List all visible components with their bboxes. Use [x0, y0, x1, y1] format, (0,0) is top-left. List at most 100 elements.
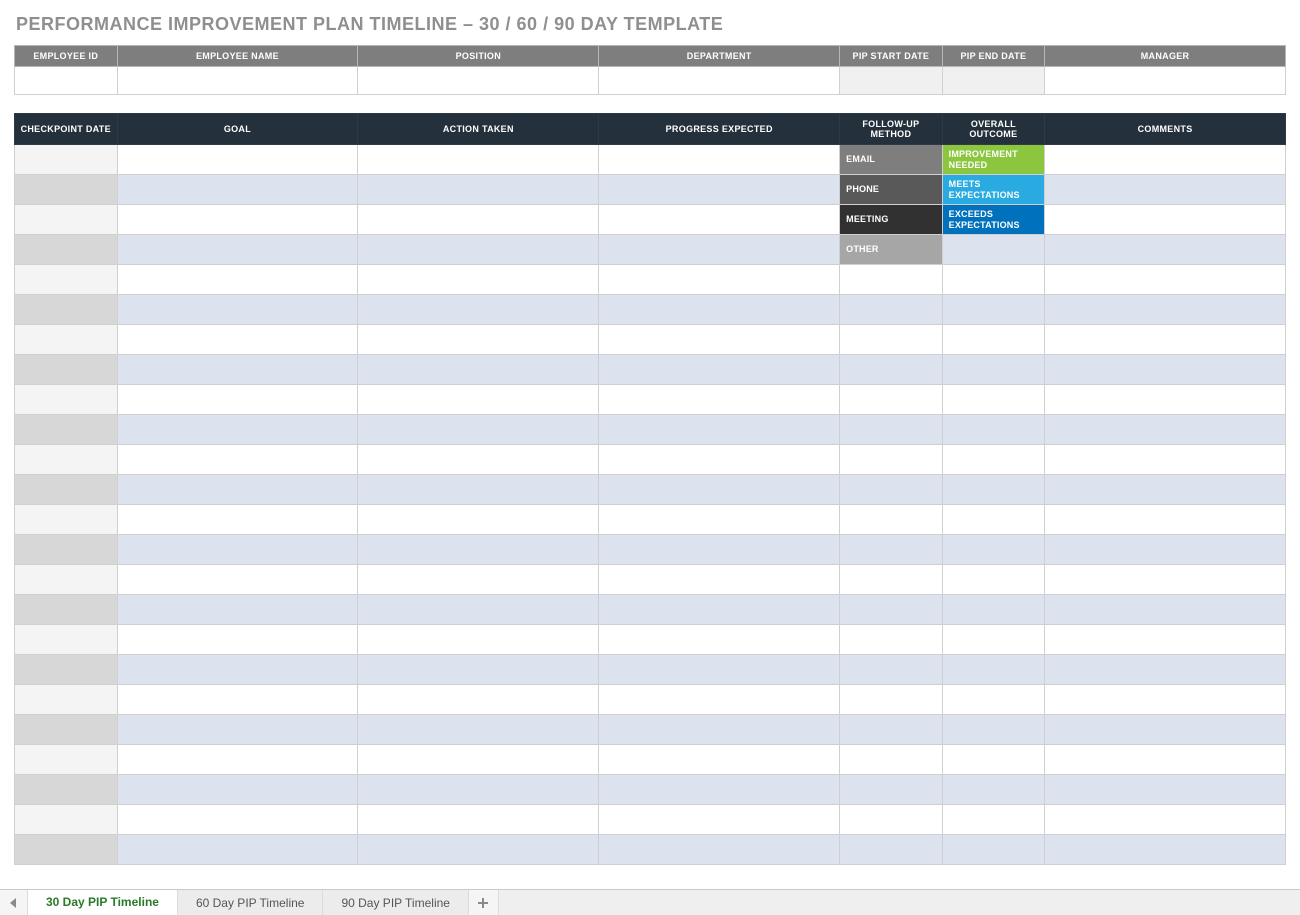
cell[interactable] — [358, 175, 599, 205]
cell[interactable] — [15, 175, 118, 205]
cell-pip-start[interactable] — [840, 67, 943, 95]
cell[interactable] — [358, 535, 599, 565]
cell[interactable] — [840, 415, 943, 445]
followup-legend-phone[interactable]: PHONE — [840, 175, 943, 205]
cell[interactable] — [1045, 775, 1286, 805]
cell[interactable] — [1045, 325, 1286, 355]
cell[interactable] — [840, 565, 943, 595]
cell[interactable] — [1045, 685, 1286, 715]
cell[interactable] — [840, 715, 943, 745]
cell[interactable] — [117, 325, 358, 355]
cell[interactable] — [942, 805, 1045, 835]
cell[interactable] — [942, 385, 1045, 415]
cell[interactable] — [599, 505, 840, 535]
cell-employee-id[interactable] — [15, 67, 118, 95]
cell[interactable] — [942, 565, 1045, 595]
cell[interactable] — [599, 835, 840, 865]
cell[interactable] — [15, 385, 118, 415]
add-sheet-button[interactable] — [469, 890, 499, 915]
cell[interactable] — [599, 325, 840, 355]
cell[interactable] — [358, 625, 599, 655]
cell[interactable] — [358, 355, 599, 385]
cell[interactable] — [117, 655, 358, 685]
cell[interactable] — [840, 625, 943, 655]
cell[interactable] — [117, 775, 358, 805]
cell[interactable] — [117, 475, 358, 505]
followup-legend-email[interactable]: EMAIL — [840, 145, 943, 175]
outcome-legend-meets[interactable]: MEETS EXPECTATIONS — [942, 175, 1045, 205]
cell[interactable] — [15, 295, 118, 325]
cell[interactable] — [358, 145, 599, 175]
cell-employee-name[interactable] — [117, 67, 358, 95]
cell[interactable] — [1045, 745, 1286, 775]
cell[interactable] — [840, 685, 943, 715]
cell[interactable] — [15, 565, 118, 595]
cell[interactable] — [942, 745, 1045, 775]
cell[interactable] — [599, 805, 840, 835]
cell[interactable] — [1045, 595, 1286, 625]
cell[interactable] — [599, 205, 840, 235]
info-input-row[interactable] — [15, 67, 1286, 95]
cell[interactable] — [117, 265, 358, 295]
cell[interactable] — [15, 715, 118, 745]
cell[interactable] — [358, 445, 599, 475]
cell[interactable] — [358, 415, 599, 445]
cell[interactable] — [1045, 265, 1286, 295]
cell[interactable] — [15, 265, 118, 295]
cell[interactable] — [15, 355, 118, 385]
cell[interactable] — [117, 805, 358, 835]
cell[interactable] — [942, 325, 1045, 355]
cell[interactable] — [15, 775, 118, 805]
cell[interactable] — [1045, 715, 1286, 745]
cell[interactable] — [117, 505, 358, 535]
cell-position[interactable] — [358, 67, 599, 95]
cell[interactable] — [358, 685, 599, 715]
cell[interactable] — [1045, 385, 1286, 415]
outcome-legend-exceeds[interactable]: EXCEEDS EXPECTATIONS — [942, 205, 1045, 235]
cell[interactable] — [840, 505, 943, 535]
cell[interactable] — [942, 715, 1045, 745]
cell-manager[interactable] — [1045, 67, 1286, 95]
cell[interactable] — [942, 505, 1045, 535]
cell[interactable] — [599, 385, 840, 415]
cell[interactable] — [599, 535, 840, 565]
cell[interactable] — [1045, 655, 1286, 685]
cell[interactable] — [358, 475, 599, 505]
cell[interactable] — [599, 175, 840, 205]
cell-pip-end[interactable] — [942, 67, 1045, 95]
cell[interactable] — [15, 445, 118, 475]
cell[interactable] — [599, 625, 840, 655]
cell[interactable] — [15, 745, 118, 775]
cell[interactable] — [358, 805, 599, 835]
cell[interactable] — [1045, 175, 1286, 205]
cell[interactable] — [1045, 625, 1286, 655]
cell[interactable] — [942, 625, 1045, 655]
cell[interactable] — [15, 625, 118, 655]
cell[interactable] — [942, 475, 1045, 505]
cell[interactable] — [358, 715, 599, 745]
cell[interactable] — [358, 235, 599, 265]
cell[interactable] — [358, 775, 599, 805]
cell[interactable] — [840, 775, 943, 805]
cell[interactable] — [599, 565, 840, 595]
cell[interactable] — [942, 355, 1045, 385]
cell[interactable] — [1045, 565, 1286, 595]
cell[interactable] — [599, 475, 840, 505]
cell[interactable] — [840, 595, 943, 625]
cell[interactable] — [1045, 475, 1286, 505]
cell[interactable] — [358, 565, 599, 595]
cell[interactable] — [117, 355, 358, 385]
tab-90-day[interactable]: 90 Day PIP Timeline — [323, 890, 469, 915]
cell[interactable] — [840, 805, 943, 835]
cell[interactable] — [358, 265, 599, 295]
cell[interactable] — [599, 655, 840, 685]
cell[interactable] — [358, 595, 599, 625]
cell[interactable] — [942, 595, 1045, 625]
cell[interactable] — [15, 835, 118, 865]
cell[interactable] — [117, 295, 358, 325]
cell[interactable] — [1045, 145, 1286, 175]
cell[interactable] — [942, 685, 1045, 715]
tab-30-day[interactable]: 30 Day PIP Timeline — [28, 890, 178, 915]
cell[interactable] — [840, 745, 943, 775]
cell[interactable] — [1045, 805, 1286, 835]
